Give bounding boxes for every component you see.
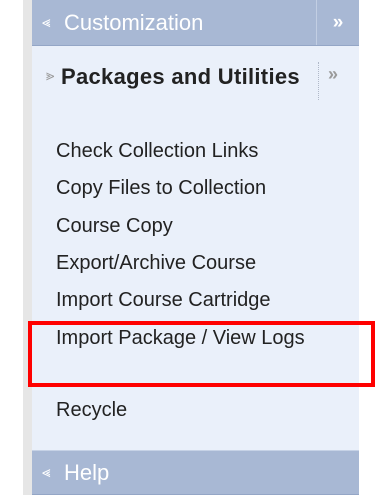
header-divider [318,62,319,100]
menu-item-import-course-cartridge[interactable]: Import Course Cartridge [56,288,356,312]
collapse-panel-icon[interactable]: » [316,0,359,45]
menu-header-help[interactable]: ⪡ Help [32,450,359,495]
menu-item-recycle[interactable]: Recycle [56,398,356,422]
menu-section-packages: ⪢ Packages and Utilities » Check Collect… [32,46,359,450]
menu-header-label: Help [64,459,110,485]
collapse-section-icon[interactable]: » [328,64,338,85]
menu-item-copy-files-to-collection[interactable]: Copy Files to Collection [56,176,356,200]
menu-item-course-copy[interactable]: Course Copy [56,214,356,238]
menu-item-import-package-view-logs[interactable]: Import Package / View Logs [56,325,326,351]
menu-item-export-archive-course[interactable]: Export/Archive Course [56,251,356,275]
menu-section-header[interactable]: ⪢ Packages and Utilities » [32,62,359,124]
menu-section-title: Packages and Utilities [61,64,300,89]
chevron-up-double-icon: ⪢ [46,67,55,84]
menu-header-customization[interactable]: ⪡ Customization » [32,0,359,46]
menu-item-check-collection-links[interactable]: Check Collection Links [56,139,356,163]
menu-header-label: Customization [64,9,204,35]
chevron-down-double-icon: ⪡ [42,464,51,481]
chevron-down-double-icon: ⪡ [42,14,51,31]
page: ⪡ Customization » ⪢ Packages and Utiliti… [0,0,380,495]
